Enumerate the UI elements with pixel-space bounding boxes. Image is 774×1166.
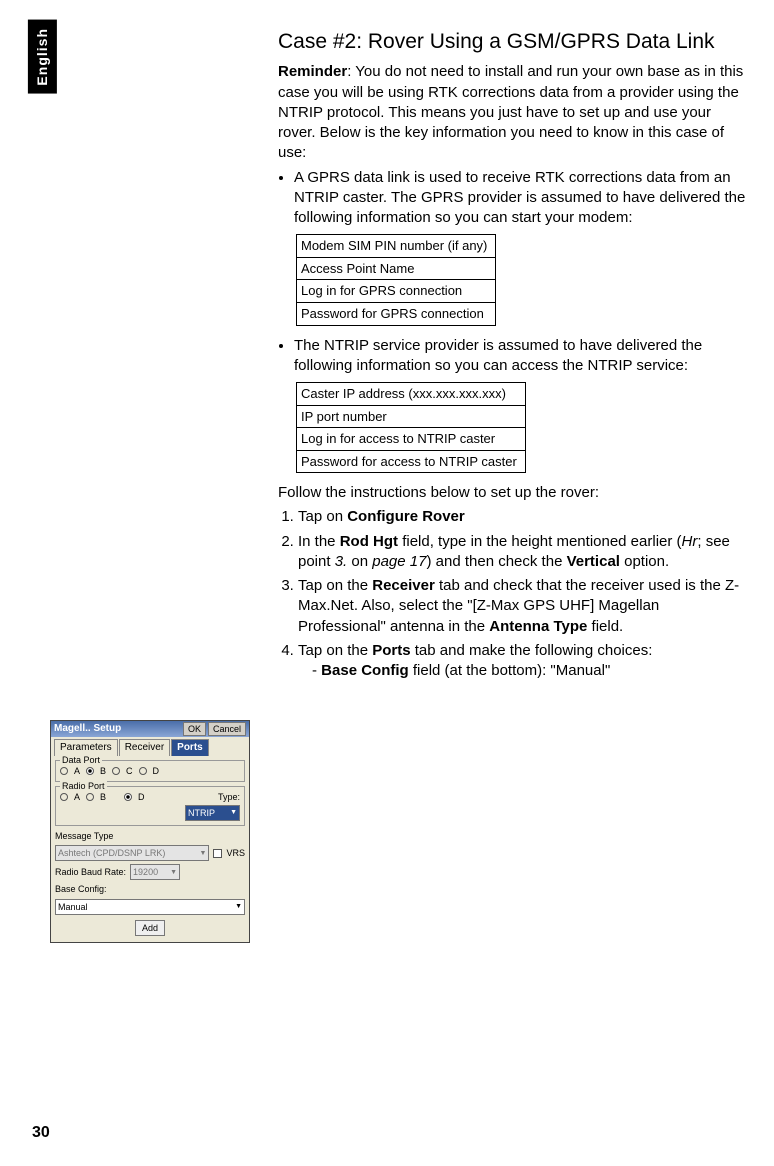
chevron-down-icon: ▼ bbox=[235, 902, 242, 911]
radio-port-row: A B D Type: bbox=[60, 791, 240, 803]
base-config-label: Base Config: bbox=[55, 884, 107, 894]
bullet-list-2: The NTRIP service provider is assumed to… bbox=[278, 336, 748, 377]
radio-b2[interactable] bbox=[86, 793, 94, 801]
radio-d2[interactable] bbox=[124, 793, 132, 801]
bullet-1: A GPRS data link is used to receive RTK … bbox=[294, 168, 748, 229]
chevron-down-icon: ▼ bbox=[200, 849, 207, 858]
main-content: Case #2: Rover Using a GSM/GPRS Data Lin… bbox=[278, 28, 748, 685]
instructions-intro: Follow the instructions below to set up … bbox=[278, 483, 748, 503]
dialog-window: Magell.. Setup OK Cancel Parameters Rece… bbox=[50, 720, 250, 943]
dialog-title: Magell.. Setup bbox=[54, 722, 181, 736]
radio-a2[interactable] bbox=[60, 793, 68, 801]
cancel-button[interactable]: Cancel bbox=[208, 722, 246, 736]
table2-r3: Log in for access to NTRIP caster bbox=[297, 428, 526, 451]
table2-r1: Caster IP address (xxx.xxx.xxx.xxx) bbox=[297, 383, 526, 406]
dialog-panel: Data Port A B C D Radio Port A B D Type: bbox=[51, 756, 249, 942]
radio-port-label: Radio Port bbox=[60, 780, 107, 792]
table1-r1: Modem SIM PIN number (if any) bbox=[297, 235, 496, 258]
reminder-label: Reminder bbox=[278, 63, 347, 80]
ntrip-info-table: Caster IP address (xxx.xxx.xxx.xxx) IP p… bbox=[296, 382, 526, 473]
vrs-label: VRS bbox=[226, 847, 245, 859]
steps-list: Tap on Configure Rover In the Rod Hgt fi… bbox=[278, 507, 748, 681]
dialog-titlebar: Magell.. Setup OK Cancel bbox=[51, 721, 249, 737]
tab-receiver[interactable]: Receiver bbox=[119, 739, 170, 756]
type-combo[interactable]: NTRIP▼ bbox=[185, 805, 240, 821]
bullet-2: The NTRIP service provider is assumed to… bbox=[294, 336, 748, 377]
baud-combo[interactable]: 19200▼ bbox=[130, 864, 180, 880]
data-port-label: Data Port bbox=[60, 754, 102, 766]
tab-ports[interactable]: Ports bbox=[171, 739, 209, 756]
radio-a[interactable] bbox=[60, 767, 68, 775]
step-2: In the Rod Hgt field, type in the height… bbox=[298, 532, 748, 573]
table2-r4: Password for access to NTRIP caster bbox=[297, 450, 526, 473]
radio-port-group: Radio Port A B D Type: NTRIP▼ bbox=[55, 786, 245, 826]
radio-c[interactable] bbox=[112, 767, 120, 775]
chevron-down-icon: ▼ bbox=[170, 868, 177, 877]
table1-r3: Log in for GPRS connection bbox=[297, 280, 496, 303]
step-4: Tap on the Ports tab and make the follow… bbox=[298, 641, 748, 682]
data-port-radios: A B C D bbox=[60, 765, 240, 777]
table1-r2: Access Point Name bbox=[297, 257, 496, 280]
table2-r2: IP port number bbox=[297, 405, 526, 428]
add-button[interactable]: Add bbox=[135, 920, 165, 936]
language-tab: English bbox=[28, 20, 57, 94]
step-1: Tap on Configure Rover bbox=[298, 507, 748, 527]
chevron-down-icon: ▼ bbox=[230, 808, 237, 817]
setup-dialog-figure: Magell.. Setup OK Cancel Parameters Rece… bbox=[50, 720, 250, 943]
page-heading: Case #2: Rover Using a GSM/GPRS Data Lin… bbox=[278, 28, 748, 56]
gprs-info-table: Modem SIM PIN number (if any) Access Poi… bbox=[296, 234, 496, 325]
reminder-paragraph: Reminder: You do not need to install and… bbox=[278, 62, 748, 163]
table1-r4: Password for GPRS connection bbox=[297, 302, 496, 325]
step-3: Tap on the Receiver tab and check that t… bbox=[298, 576, 748, 637]
page-number: 30 bbox=[32, 1122, 50, 1144]
vrs-checkbox[interactable] bbox=[213, 849, 222, 858]
radio-d[interactable] bbox=[139, 767, 147, 775]
data-port-group: Data Port A B C D bbox=[55, 760, 245, 782]
bullet-list-1: A GPRS data link is used to receive RTK … bbox=[278, 168, 748, 229]
step-4-sub: - Base Config field (at the bottom): "Ma… bbox=[322, 661, 748, 681]
reminder-text: : You do not need to install and run you… bbox=[278, 63, 743, 161]
message-type-combo[interactable]: Ashtech (CPD/DSNP LRK)▼ bbox=[55, 845, 209, 861]
baud-label: Radio Baud Rate: bbox=[55, 866, 126, 878]
type-label: Type: bbox=[218, 791, 240, 803]
ok-button[interactable]: OK bbox=[183, 722, 206, 736]
message-type-label: Message Type bbox=[55, 830, 245, 842]
radio-b[interactable] bbox=[86, 767, 94, 775]
base-config-combo[interactable]: Manual▼ bbox=[55, 899, 245, 915]
